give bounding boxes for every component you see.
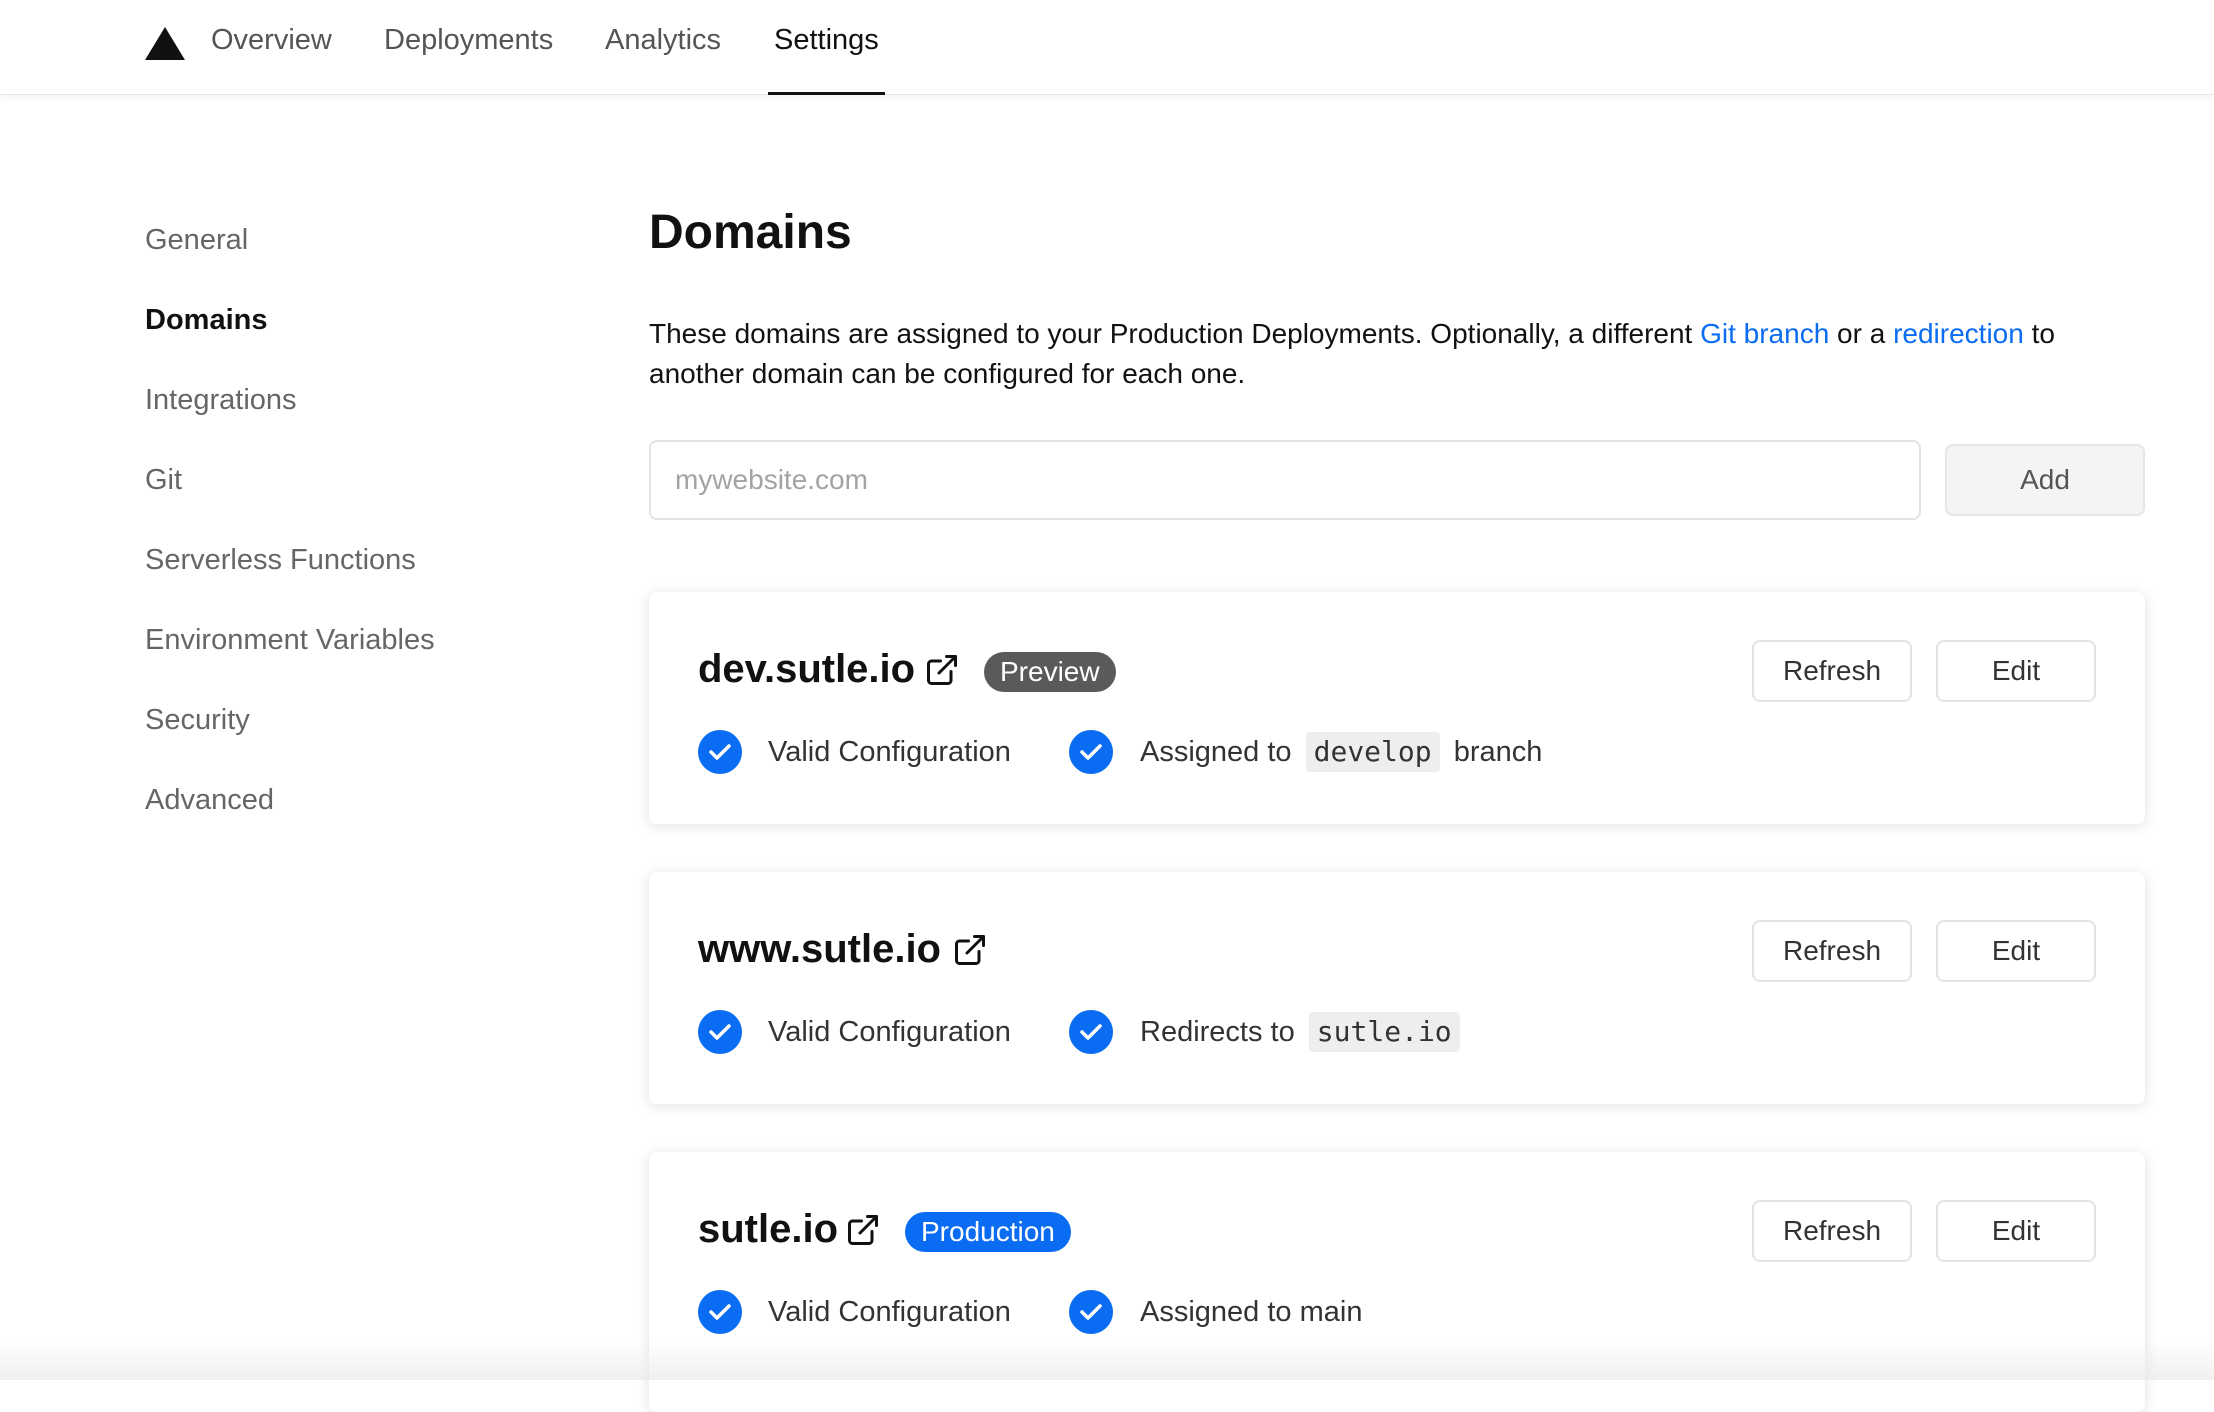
tab-overview[interactable]: Overview xyxy=(211,24,332,95)
domain-input[interactable] xyxy=(649,440,1921,520)
config-status: Valid Configuration xyxy=(768,1016,1011,1048)
description-text-1: These domains are assigned to your Produ… xyxy=(649,318,1701,349)
check-circle-icon xyxy=(1069,730,1113,774)
add-domain-button[interactable]: Add xyxy=(1945,444,2145,516)
domain-card-www: www.sutle.io Refresh Edit Valid Configur… xyxy=(649,872,2145,1104)
check-circle-icon xyxy=(698,730,742,774)
domain-card-dev: dev.sutle.io Preview Refresh Edit Valid … xyxy=(649,592,2145,824)
sidebar-item-environment-variables[interactable]: Environment Variables xyxy=(145,624,435,657)
check-circle-icon xyxy=(1069,1290,1113,1334)
tab-deployments[interactable]: Deployments xyxy=(384,24,553,95)
config-status: Valid Configuration xyxy=(768,1296,1011,1328)
description-text-2: or a xyxy=(1829,318,1894,349)
sidebar-item-advanced[interactable]: Advanced xyxy=(145,784,274,817)
sidebar-item-serverless-functions[interactable]: Serverless Functions xyxy=(145,544,416,577)
domain-name: www.sutle.io xyxy=(698,927,941,971)
assignment-status: Assigned to develop branch xyxy=(1140,732,1542,772)
redirect-status: Redirects to sutle.io xyxy=(1140,1012,1466,1052)
redirect-target-code: sutle.io xyxy=(1308,1012,1460,1052)
external-link-icon[interactable] xyxy=(924,652,960,688)
assignment-status: Assigned to main xyxy=(1140,1296,1363,1328)
sidebar-item-git[interactable]: Git xyxy=(145,464,182,497)
check-circle-icon xyxy=(698,1010,742,1054)
redirection-link[interactable]: redirection xyxy=(1893,318,2024,349)
edit-button[interactable]: Edit xyxy=(1936,1200,2096,1262)
branch-code: develop xyxy=(1305,732,1440,772)
tab-analytics[interactable]: Analytics xyxy=(605,24,721,95)
domain-name: sutle.io xyxy=(698,1207,839,1251)
production-badge: Production xyxy=(905,1212,1071,1252)
refresh-button[interactable]: Refresh xyxy=(1752,640,1912,702)
refresh-button[interactable]: Refresh xyxy=(1752,1200,1912,1262)
sidebar-item-domains[interactable]: Domains xyxy=(145,304,267,337)
check-circle-icon xyxy=(698,1290,742,1334)
config-status: Valid Configuration xyxy=(768,736,1011,768)
sidebar-item-general[interactable]: General xyxy=(145,224,248,257)
assignment-prefix: Assigned to xyxy=(1140,736,1292,768)
sidebar-item-integrations[interactable]: Integrations xyxy=(145,384,297,417)
edit-button[interactable]: Edit xyxy=(1936,640,2096,702)
external-link-icon[interactable] xyxy=(845,1212,881,1248)
preview-badge: Preview xyxy=(984,652,1116,692)
sidebar-item-security[interactable]: Security xyxy=(145,704,250,737)
check-circle-icon xyxy=(1069,1010,1113,1054)
domain-name: dev.sutle.io xyxy=(698,647,916,691)
refresh-button[interactable]: Refresh xyxy=(1752,920,1912,982)
triangle-logo-icon[interactable] xyxy=(145,27,185,60)
redirect-prefix: Redirects to xyxy=(1140,1016,1295,1048)
domain-card-root: sutle.io Production Refresh Edit Valid C… xyxy=(649,1152,2145,1412)
top-navigation: Overview Deployments Analytics Settings xyxy=(0,0,2214,95)
git-branch-link[interactable]: Git branch xyxy=(1700,318,1829,349)
tab-settings[interactable]: Settings xyxy=(768,24,885,95)
external-link-icon[interactable] xyxy=(952,932,988,968)
edit-button[interactable]: Edit xyxy=(1936,920,2096,982)
page-title: Domains xyxy=(649,206,852,259)
domains-description: These domains are assigned to your Produ… xyxy=(649,314,2129,394)
assignment-suffix: branch xyxy=(1453,736,1543,768)
